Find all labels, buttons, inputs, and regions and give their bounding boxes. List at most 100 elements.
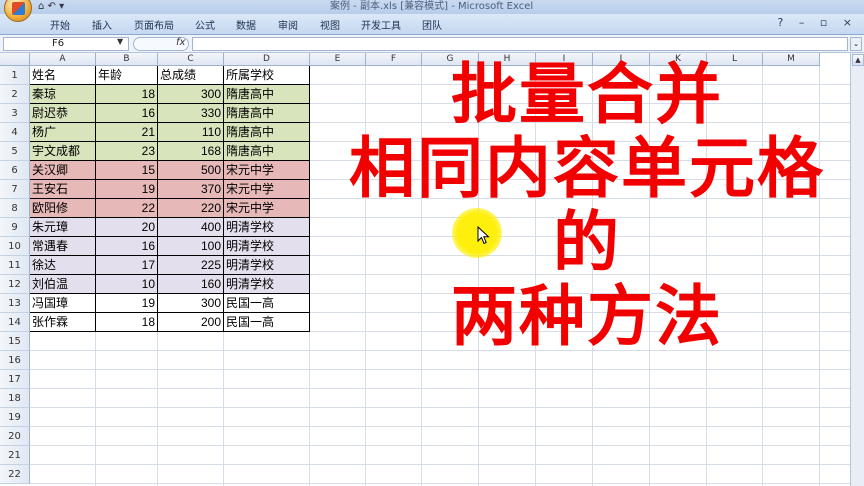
fx-icon[interactable]: fx [176,37,185,48]
cell-age[interactable]: 19 [96,294,158,313]
cell-score[interactable]: 400 [158,218,224,237]
row-header[interactable]: 7 [0,180,30,199]
cell-school[interactable]: 民国一高 [224,313,310,332]
cell-score[interactable]: 220 [158,199,224,218]
cell-score[interactable]: 330 [158,104,224,123]
window-controls[interactable]: ? – ▫ × [778,16,859,29]
select-all-corner[interactable] [0,53,30,66]
cell-school[interactable]: 明清学校 [224,237,310,256]
column-header[interactable]: A [30,53,96,66]
cell-school[interactable]: 明清学校 [224,218,310,237]
cell-score[interactable]: 500 [158,161,224,180]
cell-name[interactable]: 宇文成都 [30,142,96,161]
table-header-cell[interactable]: 姓名 [30,66,96,85]
column-header[interactable]: B [96,53,158,66]
cell-school[interactable]: 隋唐高中 [224,123,310,142]
cell-name[interactable]: 常遇春 [30,237,96,256]
row-header[interactable]: 22 [0,465,30,484]
cell-name[interactable]: 张作霖 [30,313,96,332]
cell-name[interactable]: 欧阳修 [30,199,96,218]
row-header[interactable]: 9 [0,218,30,237]
cell-school[interactable]: 宋元中学 [224,199,310,218]
cell-name[interactable]: 关汉卿 [30,161,96,180]
column-header[interactable]: C [158,53,224,66]
cell-score[interactable]: 300 [158,85,224,104]
row-header[interactable]: 1 [0,66,30,85]
cell-age[interactable]: 16 [96,237,158,256]
cell-name[interactable]: 冯国璋 [30,294,96,313]
cell-score[interactable]: 370 [158,180,224,199]
cell-age[interactable]: 17 [96,256,158,275]
cell-school[interactable]: 隋唐高中 [224,104,310,123]
table-header-cell[interactable]: 所属学校 [224,66,310,85]
cell-age[interactable]: 16 [96,104,158,123]
quick-access-toolbar[interactable]: ⌂ ↶ ▾ [38,1,64,12]
cell-school[interactable]: 隋唐高中 [224,142,310,161]
expand-formula-bar-button[interactable]: ⌄ [850,37,862,51]
row-header[interactable]: 14 [0,313,30,332]
row-header[interactable]: 21 [0,446,30,465]
row-header[interactable]: 4 [0,123,30,142]
cell-score[interactable]: 300 [158,294,224,313]
chevron-down-icon[interactable]: ▼ [117,37,123,46]
cell-name[interactable]: 王安石 [30,180,96,199]
cell-school[interactable]: 宋元中学 [224,161,310,180]
cell-school[interactable]: 宋元中学 [224,180,310,199]
row-header[interactable]: 6 [0,161,30,180]
row-header[interactable]: 16 [0,351,30,370]
row-header[interactable]: 11 [0,256,30,275]
cell-age[interactable]: 22 [96,199,158,218]
formula-input[interactable] [192,37,848,51]
cell-age[interactable]: 10 [96,275,158,294]
cell-score[interactable]: 200 [158,313,224,332]
table-header-cell[interactable]: 总成绩 [158,66,224,85]
cell-age[interactable]: 15 [96,161,158,180]
cell-name[interactable]: 杨广 [30,123,96,142]
row-header[interactable]: 10 [0,237,30,256]
cell-age[interactable]: 18 [96,85,158,104]
name-box[interactable]: F6 [3,37,129,51]
ribbon-tab[interactable]: 视图 [320,17,340,32]
cell-score[interactable]: 168 [158,142,224,161]
row-header[interactable]: 8 [0,199,30,218]
cell-age[interactable]: 21 [96,123,158,142]
ribbon-tab[interactable]: 团队 [422,17,442,32]
cell-score[interactable]: 100 [158,237,224,256]
cell-score[interactable]: 110 [158,123,224,142]
cell-age[interactable]: 23 [96,142,158,161]
row-header[interactable]: 3 [0,104,30,123]
cell-name[interactable]: 徐达 [30,256,96,275]
row-header[interactable]: 20 [0,427,30,446]
ribbon-tab[interactable]: 开发工具 [361,17,401,32]
row-header[interactable]: 15 [0,332,30,351]
cell-name[interactable]: 尉迟恭 [30,104,96,123]
table-header-cell[interactable]: 年龄 [96,66,158,85]
cell-school[interactable]: 明清学校 [224,256,310,275]
cell-age[interactable]: 18 [96,313,158,332]
cell-score[interactable]: 160 [158,275,224,294]
cell-name[interactable]: 刘伯温 [30,275,96,294]
ribbon-tab[interactable]: 数据 [236,17,256,32]
row-header[interactable]: 2 [0,85,30,104]
column-header[interactable]: D [224,53,310,66]
row-header[interactable]: 5 [0,142,30,161]
ribbon-tab[interactable]: 页面布局 [134,17,174,32]
cell-name[interactable]: 朱元璋 [30,218,96,237]
ribbon-tab[interactable]: 审阅 [278,17,298,32]
cell-school[interactable]: 隋唐高中 [224,85,310,104]
row-header[interactable]: 12 [0,275,30,294]
row-header[interactable]: 18 [0,389,30,408]
cell-school[interactable]: 明清学校 [224,275,310,294]
row-header[interactable]: 13 [0,294,30,313]
cell-name[interactable]: 秦琼 [30,85,96,104]
cell-school[interactable]: 民国一高 [224,294,310,313]
ribbon-tab[interactable]: 插入 [92,17,112,32]
cell-score[interactable]: 225 [158,256,224,275]
ribbon-tab[interactable]: 公式 [195,17,215,32]
window-title: 案例 - 副本.xls [兼容模式] - Microsoft Excel [330,1,534,12]
row-header[interactable]: 17 [0,370,30,389]
row-header[interactable]: 19 [0,408,30,427]
cell-age[interactable]: 20 [96,218,158,237]
ribbon-tab[interactable]: 开始 [50,17,70,32]
cell-age[interactable]: 19 [96,180,158,199]
